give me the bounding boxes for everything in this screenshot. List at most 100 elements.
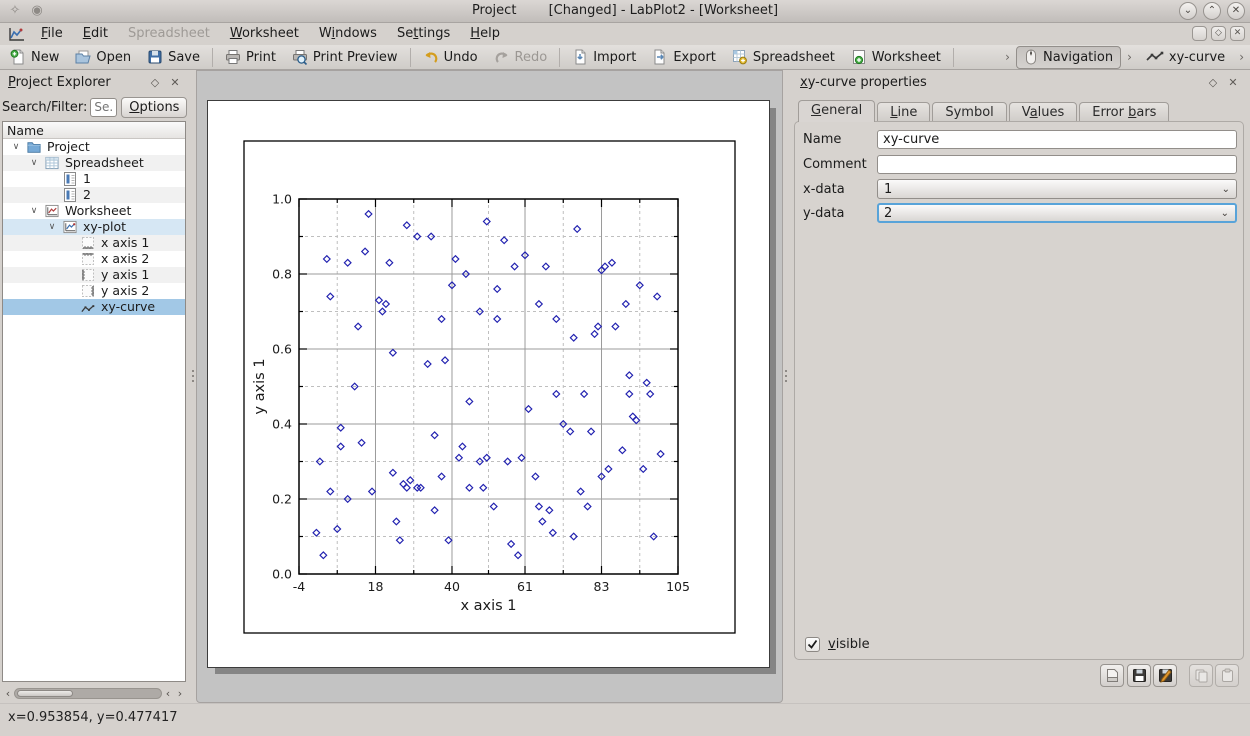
- undo-icon: [423, 49, 439, 65]
- dock-float-icon[interactable]: ◇: [148, 76, 162, 90]
- mouse-icon: [1024, 49, 1038, 65]
- open-folder-icon: [75, 49, 91, 65]
- visible-label[interactable]: visible: [828, 637, 870, 652]
- svg-text:0.4: 0.4: [272, 417, 292, 432]
- new-worksheet-button[interactable]: Worksheet: [843, 46, 949, 69]
- undo-button[interactable]: Undo: [415, 46, 486, 69]
- tab-values[interactable]: Values: [1009, 102, 1077, 122]
- print-preview-icon: [292, 49, 308, 65]
- print-button[interactable]: Print: [217, 46, 284, 69]
- menu-bar: File Edit Spreadsheet Worksheet Windows …: [0, 23, 1250, 45]
- tree-item-column-2[interactable]: 2: [3, 187, 185, 203]
- scrollbar-thumb[interactable]: [17, 690, 73, 697]
- chevron-down-icon: ⌄: [1221, 208, 1229, 219]
- visible-checkbox[interactable]: [805, 637, 820, 652]
- scroll-left-icon[interactable]: ‹: [2, 687, 14, 700]
- toolbar-overflow-chevron[interactable]: ›: [1121, 50, 1138, 64]
- menu-windows[interactable]: Windows: [309, 23, 387, 45]
- comment-field[interactable]: [877, 155, 1237, 174]
- tree-item-spreadsheet[interactable]: ∨ Spreadsheet: [3, 155, 185, 171]
- worksheet-view[interactable]: -4184061831050.00.20.40.60.81.0x axis 1y…: [196, 70, 783, 703]
- options-button[interactable]: Options: [121, 97, 187, 118]
- tab-error-bars[interactable]: Error bars: [1079, 102, 1169, 122]
- chevron-down-icon: ⌄: [1222, 184, 1230, 195]
- svg-text:40: 40: [444, 579, 460, 594]
- open-button[interactable]: Open: [67, 46, 139, 69]
- expander-icon[interactable]: ∨: [47, 219, 57, 235]
- toolbar-overflow-chevron[interactable]: ›: [999, 50, 1016, 64]
- menu-edit[interactable]: Edit: [73, 23, 118, 45]
- tree-item-y-axis-2[interactable]: y axis 2: [3, 283, 185, 299]
- scroll-left-icon[interactable]: ‹: [162, 687, 174, 700]
- horizontal-scrollbar[interactable]: ‹ ‹ ›: [2, 686, 186, 700]
- new-button[interactable]: New: [2, 46, 67, 69]
- tab-symbol[interactable]: Symbol: [932, 102, 1006, 122]
- tree-item-y-axis-1[interactable]: y axis 1: [3, 267, 185, 283]
- navigation-button[interactable]: Navigation: [1016, 46, 1121, 69]
- dock-close-icon[interactable]: ✕: [168, 76, 182, 90]
- tree-item-xy-curve[interactable]: xy-curve: [3, 299, 185, 315]
- export-button[interactable]: Export: [644, 46, 724, 69]
- tree-item-xy-plot[interactable]: ∨ xy-plot: [3, 219, 185, 235]
- new-spreadsheet-button[interactable]: Spreadsheet: [724, 46, 843, 69]
- paste-button[interactable]: [1215, 664, 1239, 687]
- mdi-close-button[interactable]: ✕: [1230, 26, 1245, 41]
- mdi-restore-button[interactable]: [1192, 26, 1207, 41]
- menu-help[interactable]: Help: [460, 23, 510, 45]
- load-template-button[interactable]: [1100, 664, 1124, 687]
- search-input[interactable]: [90, 98, 117, 117]
- svg-text:y axis 1: y axis 1: [252, 358, 268, 414]
- svg-text:x axis 1: x axis 1: [460, 598, 516, 614]
- menu-file[interactable]: File: [31, 23, 73, 45]
- save-template-button[interactable]: [1127, 664, 1151, 687]
- x-data-select[interactable]: 1 ⌄: [877, 179, 1237, 199]
- tree-item-worksheet[interactable]: ∨ Worksheet: [3, 203, 185, 219]
- expander-icon[interactable]: ∨: [29, 155, 39, 171]
- copy-button[interactable]: [1189, 664, 1213, 687]
- toolbar-overflow-chevron[interactable]: ›: [1233, 50, 1250, 64]
- name-label: Name: [803, 132, 877, 147]
- save-as-template-button[interactable]: [1153, 664, 1177, 687]
- xy-plot-chart[interactable]: -4184061831050.00.20.40.60.81.0x axis 1y…: [208, 101, 769, 667]
- expander-icon[interactable]: ∨: [11, 139, 21, 155]
- mdi-shade-button[interactable]: ◇: [1211, 26, 1226, 41]
- expander-icon[interactable]: ∨: [29, 203, 39, 219]
- save-button[interactable]: Save: [139, 46, 208, 69]
- check-icon: [806, 638, 819, 651]
- scroll-right-icon[interactable]: ›: [174, 687, 186, 700]
- svg-text:61: 61: [517, 579, 533, 594]
- print-preview-button[interactable]: Print Preview: [284, 46, 406, 69]
- cursor-position: x=0.953854, y=0.477417: [8, 710, 178, 725]
- tree-column-header[interactable]: Name: [3, 122, 185, 139]
- close-button[interactable]: ✕: [1227, 2, 1245, 20]
- y-data-select[interactable]: 2 ⌄: [877, 203, 1237, 223]
- scrollbar-track[interactable]: [14, 688, 162, 699]
- dock-close-icon[interactable]: ✕: [1226, 76, 1240, 90]
- dock-float-icon[interactable]: ◇: [1206, 76, 1220, 90]
- import-button[interactable]: Import: [564, 46, 644, 69]
- tab-general[interactable]: General: [798, 100, 875, 122]
- new-document-icon: [10, 49, 26, 65]
- minimize-button[interactable]: ⌄: [1179, 2, 1197, 20]
- tree-item-column-1[interactable]: 1: [3, 171, 185, 187]
- maximize-button[interactable]: ⌃: [1203, 2, 1221, 20]
- tree-item-project[interactable]: ∨ Project: [3, 139, 185, 155]
- search-filter-label: Search/Filter:: [2, 100, 87, 115]
- worksheet-page[interactable]: -4184061831050.00.20.40.60.81.0x axis 1y…: [207, 100, 770, 668]
- spreadsheet-icon: [45, 156, 59, 170]
- title-bar: ✧ ◉ Project [Changed] - LabPlot2 - [Work…: [0, 0, 1250, 23]
- svg-text:0.0: 0.0: [272, 567, 292, 582]
- project-tree: Name ∨ Project ∨ Spreadsheet 1 2 ∨ Works…: [2, 121, 186, 682]
- axis-icon: [81, 236, 95, 250]
- menu-settings[interactable]: Settings: [387, 23, 460, 45]
- tree-item-x-axis-2[interactable]: x axis 2: [3, 251, 185, 267]
- paste-icon: [1220, 668, 1235, 683]
- tree-item-x-axis-1[interactable]: x axis 1: [3, 235, 185, 251]
- xy-curve-toolbar-button[interactable]: xy-curve: [1138, 46, 1233, 69]
- window-title-text: [Changed] - LabPlot2 - [Worksheet]: [549, 3, 778, 18]
- tab-line[interactable]: Line: [877, 102, 930, 122]
- project-explorer-title: Project Explorer: [8, 73, 111, 93]
- splitter-right[interactable]: [783, 70, 789, 703]
- menu-worksheet[interactable]: Worksheet: [220, 23, 309, 45]
- name-field[interactable]: [877, 130, 1237, 149]
